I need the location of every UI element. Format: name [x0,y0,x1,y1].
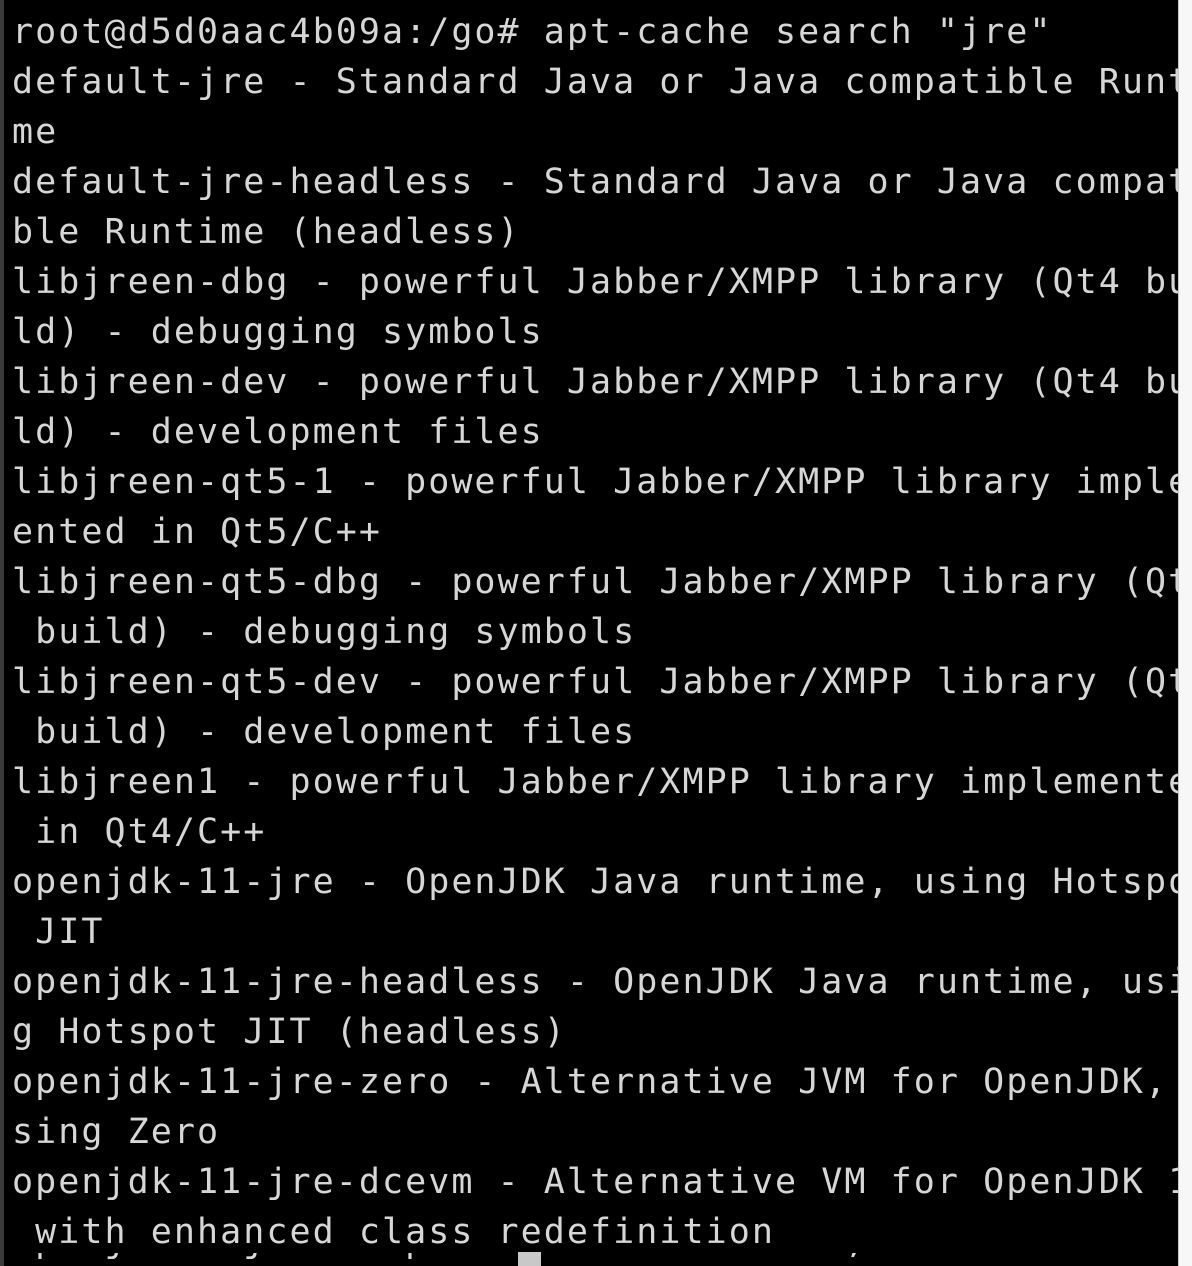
terminal-line: openjdk-11-jre - OpenJDK Java runtime, u… [12,862,1178,902]
terminal-line: ld) - development files [12,412,544,452]
terminal-line: openjdk-11-jre-headless - OpenJDK Java r… [12,962,1178,1002]
terminal-line: openjdk-8-jre - OpenJDK Java runtime, [12,1253,1172,1266]
terminal-cursor [518,1252,541,1266]
terminal-line: ented in Qt5/C++ [12,512,382,552]
vertical-scrollbar[interactable] [1178,0,1192,1266]
terminal-line: build) - development files [12,712,637,752]
terminal-line: openjdk-11-jre-dcevm - Alternative VM fo… [12,1162,1178,1202]
terminal-partial-last-line: openjdk-8-jre - OpenJDK Java runtime, [12,1253,1172,1266]
scrollbar-thumb[interactable] [1180,0,1192,1266]
terminal-line: me [12,112,59,152]
terminal-line: libjreen-qt5-dev - powerful Jabber/XMPP … [12,662,1178,702]
terminal-line: openjdk-11-jre-zero - Alternative JVM fo… [12,1062,1178,1102]
terminal-line: libjreen1 - powerful Jabber/XMPP library… [12,762,1178,802]
terminal-line: libjreen-qt5-dbg - powerful Jabber/XMPP … [12,562,1178,602]
terminal-output: root@d5d0aac4b09a:/go# apt-cache search … [12,7,1178,1257]
terminal-line: in Qt4/C++ [12,812,267,852]
terminal-line: root@d5d0aac4b09a:/go# apt-cache search … [12,12,1053,52]
terminal-line: g Hotspot JIT (headless) [12,1012,567,1052]
terminal-screen[interactable]: root@d5d0aac4b09a:/go# apt-cache search … [0,0,1178,1266]
terminal-line: default-jre - Standard Java or Java comp… [12,62,1178,102]
terminal-line: default-jre-headless - Standard Java or … [12,162,1178,202]
terminal-line: JIT [12,912,105,952]
terminal-line: libjreen-dev - powerful Jabber/XMPP libr… [12,362,1178,402]
terminal-line: libjreen-dbg - powerful Jabber/XMPP libr… [12,262,1178,302]
terminal-line: ld) - debugging symbols [12,312,544,352]
terminal-line: sing Zero [12,1112,221,1152]
terminal-line: libjreen-qt5-1 - powerful Jabber/XMPP li… [12,462,1178,502]
terminal-line: with enhanced class redefinition [12,1212,776,1252]
terminal-line: build) - debugging symbols [12,612,637,652]
terminal-line: ble Runtime (headless) [12,212,521,252]
terminal-window[interactable]: root@d5d0aac4b09a:/go# apt-cache search … [0,0,1192,1266]
